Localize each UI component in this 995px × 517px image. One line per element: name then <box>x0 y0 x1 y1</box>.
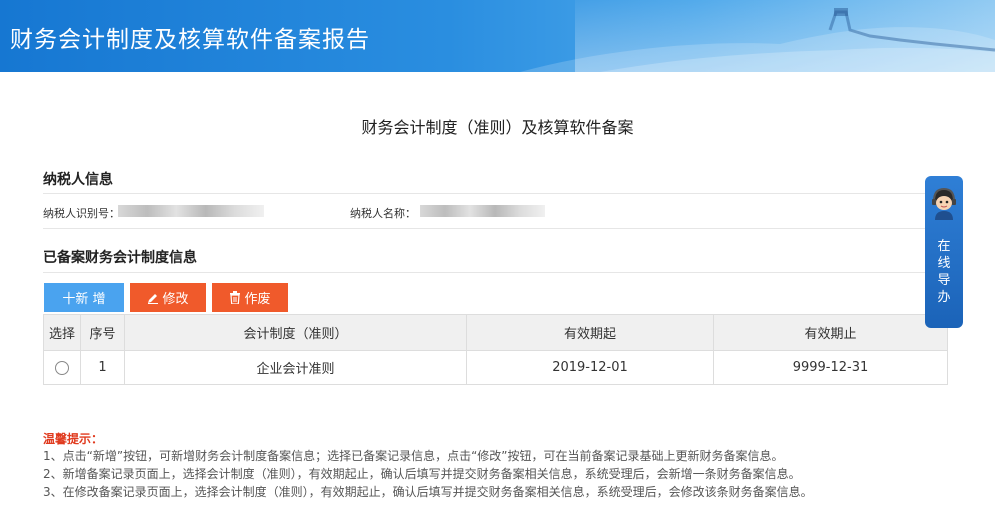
edit-button[interactable]: 修改 <box>130 283 206 312</box>
online-guide-button[interactable]: 在线导办 <box>925 176 963 328</box>
tip-item: 2、新增备案记录页面上，选择会计制度（准则），有效期起止，确认后填写并提交财务备… <box>43 467 801 481</box>
divider <box>43 193 947 194</box>
table-header-row: 选择 序号 会计制度（准则） 有效期起 有效期止 <box>43 314 948 351</box>
taxpayer-id-label: 纳税人识别号： <box>43 207 120 220</box>
records-table: 选择 序号 会计制度（准则） 有效期起 有效期止 1 企业会计准则 2019-1… <box>43 314 948 385</box>
page-title: 财务会计制度（准则）及核算软件备案 <box>361 118 634 137</box>
add-button[interactable]: 十新 增 <box>44 283 124 312</box>
tip-item: 3、在修改备案记录页面上，选择会计制度（准则），有效期起止，确认后填写并提交财务… <box>43 485 813 499</box>
column-header: 序号 <box>80 314 125 351</box>
assistant-avatar-icon <box>932 187 956 220</box>
taxpayer-section-title: 纳税人信息 <box>43 172 113 188</box>
row-accounting-system: 企业会计准则 <box>124 350 467 385</box>
column-header: 有效期止 <box>713 314 948 351</box>
tip-item: 1、点击“新增”按钮，可新增财务会计制度备案信息；选择已备案记录信息，点击“修改… <box>43 449 784 463</box>
pencil-icon <box>148 293 159 304</box>
void-button[interactable]: 作废 <box>212 283 288 312</box>
taxpayer-name-value-redacted <box>420 205 545 217</box>
row-select-radio[interactable] <box>55 360 69 375</box>
row-select-cell[interactable] <box>43 350 81 385</box>
tips-title: 温馨提示： <box>43 432 104 446</box>
column-header: 有效期起 <box>466 314 714 351</box>
table-row[interactable]: 1 企业会计准则 2019-12-01 9999-12-31 <box>43 350 948 385</box>
divider <box>43 272 947 273</box>
column-header: 选择 <box>43 314 81 351</box>
records-section-title: 已备案财务会计制度信息 <box>43 250 197 266</box>
add-button-label: 十新 增 <box>62 292 106 307</box>
row-index: 1 <box>80 350 125 385</box>
header-banner: 财务会计制度及核算软件备案报告 <box>0 0 995 72</box>
app-title: 财务会计制度及核算软件备案报告 <box>10 27 370 53</box>
taxpayer-id-value-redacted <box>118 205 264 217</box>
trash-icon <box>230 291 241 304</box>
void-button-label: 作废 <box>244 292 271 307</box>
edit-button-label: 修改 <box>162 292 189 307</box>
row-end-date: 9999-12-31 <box>713 350 948 385</box>
column-header: 会计制度（准则） <box>124 314 467 351</box>
divider <box>43 228 947 229</box>
row-start-date: 2019-12-01 <box>466 350 714 385</box>
online-guide-label: 在线导办 <box>937 239 951 305</box>
taxpayer-name-label: 纳税人名称： <box>350 207 416 220</box>
